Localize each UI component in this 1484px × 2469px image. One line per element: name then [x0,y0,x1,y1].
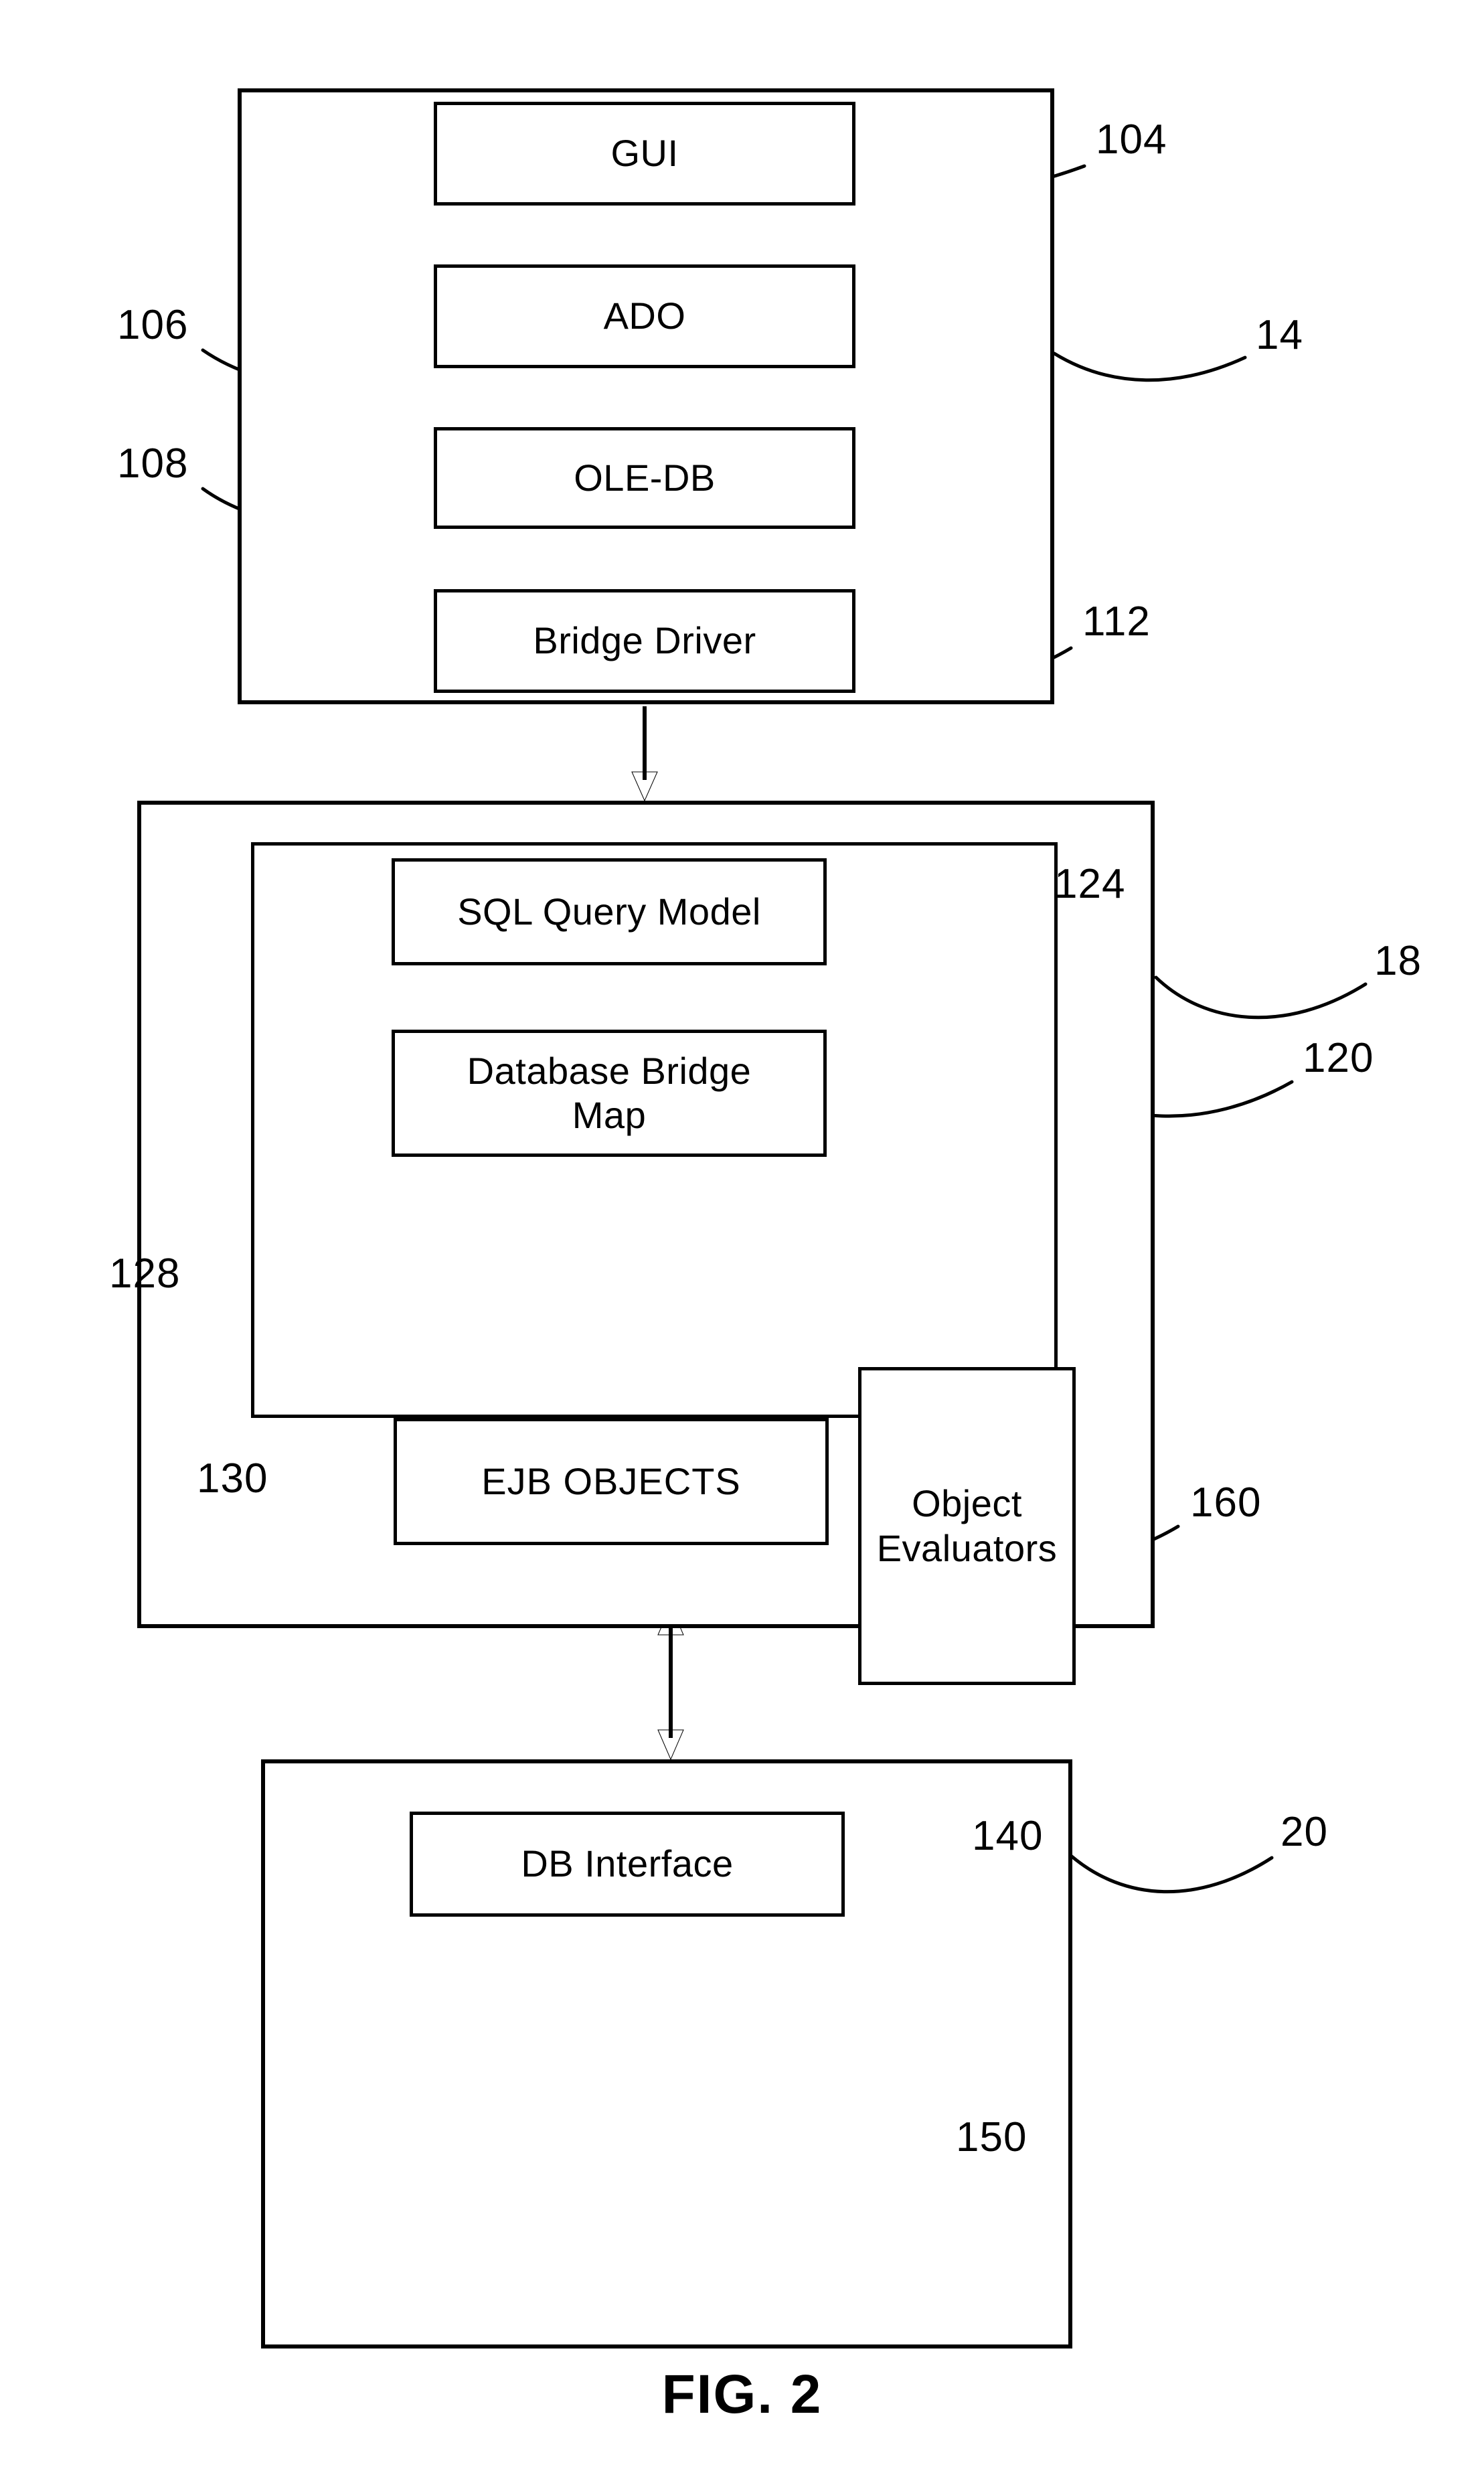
sql-query-model-label: SQL Query Model [457,890,761,933]
object-evaluators-box[interactable]: Object Evaluators [858,1367,1076,1685]
ref-numeral-106: 106 [117,302,189,348]
ref-numeral-104: 104 [1096,116,1167,163]
arrow-middle-to-database-tier [657,1604,684,1761]
bridge-driver-box[interactable]: Bridge Driver [434,589,855,693]
sql-query-model-box[interactable]: SQL Query Model [392,858,827,965]
ref-numeral-130: 130 [197,1455,268,1502]
db-interface-label: DB Interface [521,1842,734,1885]
ejb-objects-box[interactable]: EJB OBJECTS [394,1418,829,1545]
ref-numeral-20: 20 [1281,1809,1328,1855]
ref-numeral-128: 128 [109,1251,181,1297]
ejb-objects-label: EJB OBJECTS [481,1459,741,1502]
ado-box[interactable]: ADO [434,264,855,368]
bridge-driver-label: Bridge Driver [533,619,756,662]
db-interface-box[interactable]: DB Interface [410,1812,845,1917]
ref-numeral-112: 112 [1082,599,1151,645]
patent-figure: GUI ADO OLE-DB Bridge Driver 104 14 106 … [0,0,1484,2469]
gui-box[interactable]: GUI [434,102,855,206]
database-cylinder[interactable] [418,2013,639,2302]
ole-db-box[interactable]: OLE-DB [434,427,855,529]
ref-numeral-108: 108 [117,441,189,487]
object-evaluators-label: Object Evaluators [876,1482,1058,1569]
ref-numeral-18: 18 [1374,938,1422,984]
ref-numeral-124: 124 [1054,861,1126,907]
database-bridge-map-label: Database Bridge Map [467,1049,752,1136]
ref-numeral-14: 14 [1256,312,1303,358]
figure-caption: FIG. 2 [661,2364,823,2425]
ref-numeral-120: 120 [1303,1035,1374,1081]
arrow-client-to-middle-tier [631,706,658,802]
gui-label: GUI [610,132,679,175]
database-bridge-map-box[interactable]: Database Bridge Map [392,1030,827,1157]
leader-20 [1069,1854,1274,1894]
ref-numeral-140: 140 [972,1813,1044,1859]
ole-db-label: OLE-DB [574,456,716,499]
ref-numeral-160: 160 [1190,1480,1262,1526]
leader-14 [1052,351,1247,382]
ado-label: ADO [603,295,686,337]
ref-numeral-150: 150 [956,2114,1027,2160]
leader-18 [1154,975,1368,1020]
